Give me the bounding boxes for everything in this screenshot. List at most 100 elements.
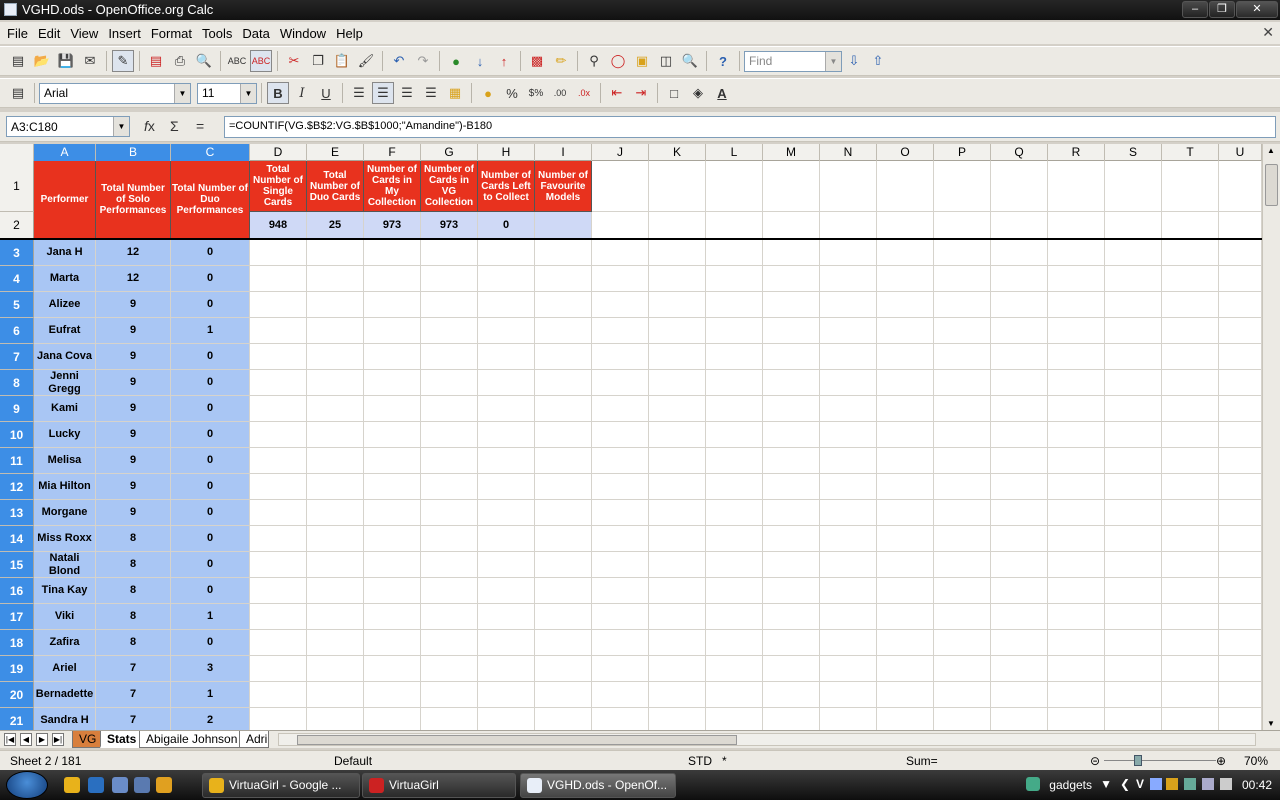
empty-cell[interactable] [478,474,535,500]
empty-cell[interactable] [991,526,1048,552]
empty-cell[interactable] [421,266,478,292]
network-icon[interactable] [1150,778,1162,790]
empty-cell[interactable] [478,240,535,266]
row-header-10[interactable]: 10 [0,422,34,448]
chevron-left-icon[interactable]: ❮ [1120,777,1130,791]
duo-count-cell[interactable]: 0 [171,292,250,318]
empty-cell[interactable] [535,682,592,708]
tray-app-icon[interactable] [1166,778,1178,790]
gadgets-icon[interactable] [1026,777,1040,791]
empty-cell[interactable] [706,448,763,474]
empty-cell[interactable] [1162,604,1219,630]
empty-cell[interactable] [535,552,592,578]
duo-count-cell[interactable]: 0 [171,552,250,578]
solo-count-cell[interactable]: 7 [96,656,171,682]
delete-decimal-icon[interactable]: .0x [573,82,595,104]
empty-cell[interactable] [706,630,763,656]
empty-cell[interactable] [592,266,649,292]
horizontal-scroll-thumb[interactable] [297,735,737,745]
empty-cell[interactable] [820,708,877,730]
empty-cell[interactable] [877,552,934,578]
row-header-8[interactable]: 8 [0,370,34,396]
empty-cell[interactable] [649,344,706,370]
last-sheet-icon[interactable]: ▶| [52,733,64,746]
column-header-i[interactable]: I [535,144,592,161]
cell-p2[interactable] [934,212,991,239]
copy-icon[interactable]: ❐ [307,50,329,72]
virtuagirl-tray-icon[interactable]: V [1136,777,1144,791]
empty-cell[interactable] [535,630,592,656]
clock[interactable]: 00:42 [1242,778,1272,792]
empty-cell[interactable] [364,370,421,396]
solo-count-cell[interactable]: 9 [96,448,171,474]
font-size-select[interactable]: 11 ▼ [197,82,257,104]
empty-cell[interactable] [535,448,592,474]
column-header-t[interactable]: T [1162,144,1219,161]
empty-cell[interactable] [307,422,364,448]
cell-j2[interactable] [592,212,649,239]
empty-cell[interactable] [307,318,364,344]
print-preview-icon[interactable]: 🔍 [193,50,215,72]
autospellcheck-icon[interactable]: ABC [250,50,272,72]
empty-cell[interactable] [364,474,421,500]
menu-edit[interactable]: Edit [33,26,65,41]
empty-cell[interactable] [250,474,307,500]
empty-cell[interactable] [535,474,592,500]
empty-cell[interactable] [706,240,763,266]
vertical-scroll-thumb[interactable] [1265,164,1278,206]
format-paintbrush-icon[interactable]: 🖌 [355,50,377,72]
empty-cell[interactable] [649,682,706,708]
chevron-down-icon[interactable]: ▼ [240,83,256,103]
cell-s1[interactable] [1105,161,1162,212]
empty-cell[interactable] [877,578,934,604]
empty-cell[interactable] [877,292,934,318]
empty-cell[interactable] [250,448,307,474]
row-header-5[interactable]: 5 [0,292,34,318]
sheet-tab-stats[interactable]: Stats [100,731,144,748]
empty-cell[interactable] [1162,422,1219,448]
empty-cell[interactable] [478,604,535,630]
borders-icon[interactable]: □ [663,82,685,104]
empty-cell[interactable] [421,344,478,370]
empty-cell[interactable] [364,656,421,682]
performer-cell[interactable]: Jana Cova [34,344,96,370]
empty-cell[interactable] [364,396,421,422]
empty-cell[interactable] [820,240,877,266]
empty-cell[interactable] [364,604,421,630]
empty-cell[interactable] [991,370,1048,396]
cell-p1[interactable] [934,161,991,212]
selection-mode[interactable]: STD [688,754,712,768]
empty-cell[interactable] [1162,682,1219,708]
empty-cell[interactable] [649,266,706,292]
close-button[interactable]: ✕ [1236,1,1278,18]
empty-cell[interactable] [877,656,934,682]
empty-cell[interactable] [763,266,820,292]
empty-cell[interactable] [649,240,706,266]
empty-cell[interactable] [763,370,820,396]
chart-icon[interactable]: ▩ [526,50,548,72]
empty-cell[interactable] [1048,630,1105,656]
empty-cell[interactable] [535,396,592,422]
empty-cell[interactable] [820,318,877,344]
empty-cell[interactable] [706,656,763,682]
empty-cell[interactable] [934,266,991,292]
duo-count-cell[interactable]: 0 [171,396,250,422]
cell-m2[interactable] [763,212,820,239]
solo-count-cell[interactable]: 9 [96,422,171,448]
row-header-3[interactable]: 3 [0,240,34,266]
header-cell-c[interactable]: Total Number of Duo Performances [171,161,250,239]
performer-cell[interactable]: Jana H [34,240,96,266]
empty-cell[interactable] [991,630,1048,656]
empty-cell[interactable] [421,318,478,344]
function-icon[interactable]: = [196,118,204,134]
close-document-icon[interactable]: ✕ [1262,24,1274,41]
empty-cell[interactable] [1105,448,1162,474]
empty-cell[interactable] [250,500,307,526]
column-header-e[interactable]: E [307,144,364,161]
solo-count-cell[interactable]: 7 [96,682,171,708]
empty-cell[interactable] [364,552,421,578]
empty-cell[interactable] [649,630,706,656]
performer-cell[interactable]: Natali Blond [34,552,96,578]
row-header-13[interactable]: 13 [0,500,34,526]
empty-cell[interactable] [364,448,421,474]
